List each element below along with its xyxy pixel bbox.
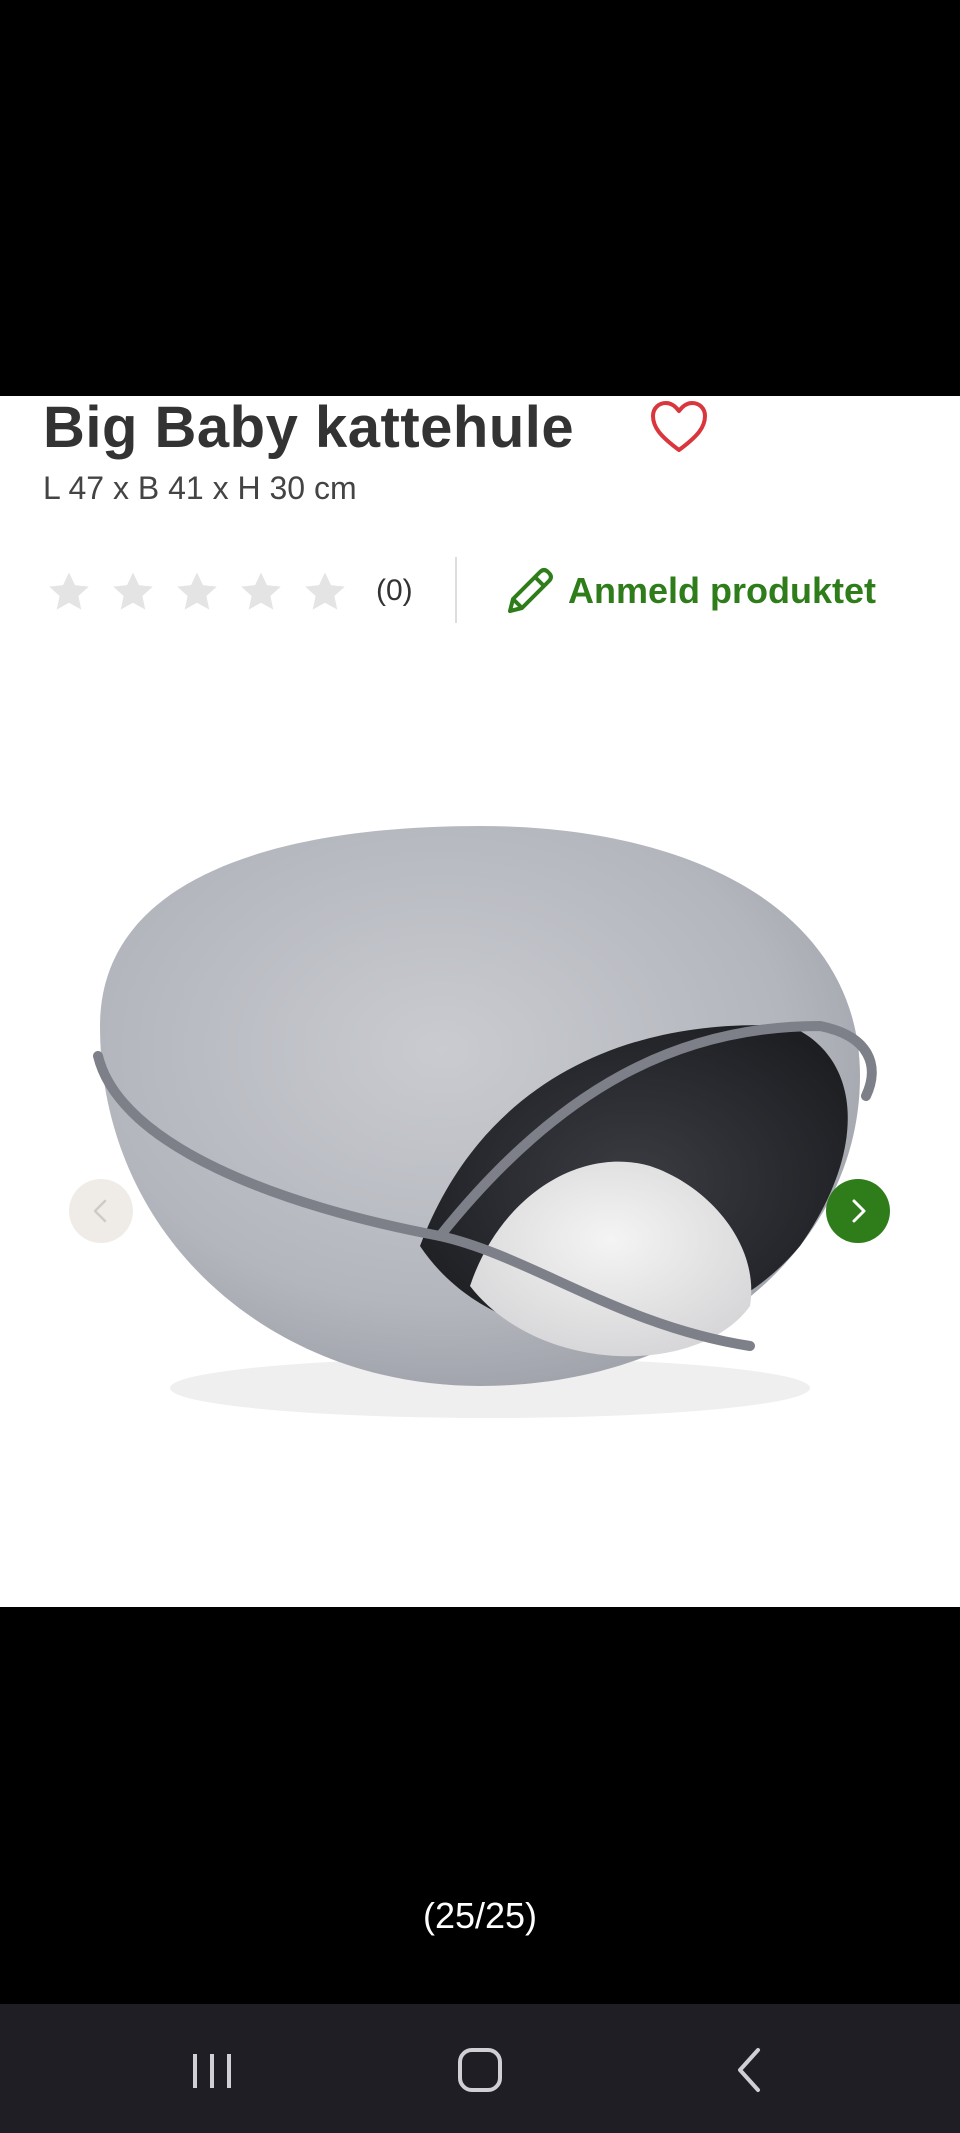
title-row: Big Baby kattehule [43, 396, 574, 466]
star-icon [177, 572, 217, 610]
next-image-button[interactable] [826, 1179, 890, 1243]
star-icon [305, 572, 345, 610]
product-image[interactable] [60, 726, 900, 1446]
review-product-link[interactable]: Anmeld produktet [502, 563, 876, 619]
back-icon[interactable] [720, 2042, 780, 2098]
chevron-left-icon [93, 1199, 107, 1223]
recent-apps-icon[interactable] [182, 2042, 242, 2098]
pencil-icon [508, 568, 553, 613]
star-icon [241, 572, 281, 610]
system-navigation-bar [0, 2004, 960, 2133]
top-black-area [0, 0, 960, 396]
rating-count: (0) [376, 574, 413, 607]
product-title: Big Baby kattehule [43, 396, 575, 460]
product-card: Big Baby kattehule L 47 x B 41 x H 30 cm… [0, 396, 960, 1607]
rating-row: (0) Anmeld produktet [46, 557, 926, 623]
divider [455, 557, 457, 623]
chevron-right-icon [852, 1199, 866, 1223]
home-icon[interactable] [451, 2042, 511, 2098]
star-icon [113, 572, 153, 610]
review-label: Anmeld produktet [568, 570, 877, 611]
star-rating [46, 569, 348, 615]
heart-outline-icon[interactable] [650, 400, 708, 454]
gallery-counter: (25/25) [422, 1895, 538, 1936]
product-dimensions: L 47 x B 41 x H 30 cm [43, 470, 357, 506]
star-icon [49, 572, 89, 610]
prev-image-button[interactable] [69, 1179, 133, 1243]
